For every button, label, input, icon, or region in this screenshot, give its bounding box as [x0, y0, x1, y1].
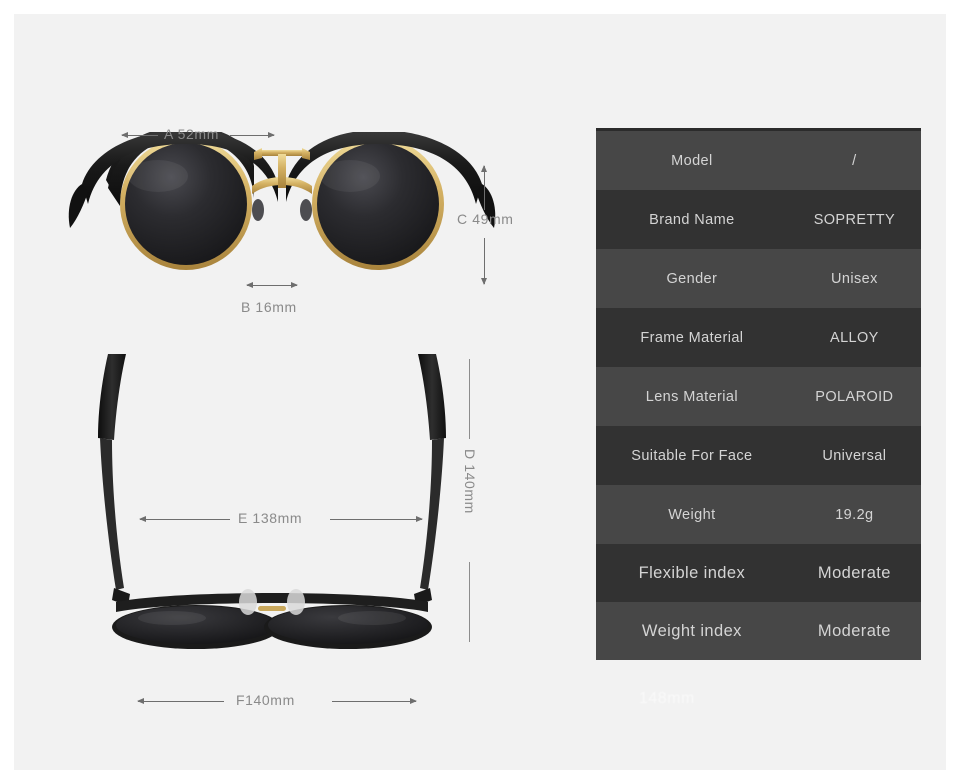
dimension-label-d: D 140mm	[462, 449, 478, 514]
table-row: Gender Unisex	[596, 249, 921, 308]
dimension-label-c: C 49mm	[457, 211, 514, 227]
table-row: Brand Name SOPRETTY	[596, 190, 921, 249]
dimension-arrow-f-right	[332, 698, 417, 704]
dimension-arrow-a-left	[121, 132, 158, 138]
spec-key: Flexible index	[638, 563, 746, 582]
spec-value: 19.2g	[835, 506, 874, 523]
spec-key: Suitable For Face	[631, 447, 753, 464]
dimension-arrow-c-top	[481, 165, 487, 210]
dimension-arrow-b	[246, 282, 298, 288]
dimension-line-d-bottom	[469, 562, 470, 642]
spec-value: /	[852, 152, 857, 169]
dimension-label-e: E 138mm	[238, 510, 303, 526]
dimension-line-d-top	[469, 359, 470, 439]
spec-key: Weight	[668, 506, 716, 523]
table-row: Flexible index Moderate	[596, 544, 921, 602]
sunglasses-top-view	[98, 354, 446, 649]
table-row: Weight 19.2g	[596, 485, 921, 544]
dimension-arrow-c-bottom	[481, 238, 487, 285]
spec-key: Model	[671, 152, 713, 169]
spec-value: POLAROID	[815, 388, 894, 405]
spec-key: Lens Material	[645, 388, 738, 405]
spec-value: SOPRETTY	[813, 211, 896, 228]
spec-value: ALLOY	[830, 329, 879, 346]
table-row: Lens Material POLAROID	[596, 367, 921, 426]
dimension-arrow-e-left	[139, 516, 230, 522]
product-detail-panel: A 52mm B 16mm C 49mm D 140mm E 138mm F14…	[14, 14, 946, 770]
spec-key: Frame Material	[640, 329, 744, 346]
dimension-arrow-a-right	[230, 132, 275, 138]
dimension-label-b: B 16mm	[241, 299, 297, 315]
table-row: Suitable For Face Universal	[596, 426, 921, 485]
table-row: Frame Material ALLOY	[596, 308, 921, 367]
dimension-label-a: A 52mm	[164, 126, 219, 142]
spec-value: Moderate	[817, 563, 891, 582]
table-row: Model /	[596, 131, 921, 190]
dimension-arrow-e-right	[330, 516, 423, 522]
spec-key: Weight index	[641, 621, 742, 640]
dimension-label-f: F140mm	[236, 692, 295, 708]
watermark-text: 148mm	[639, 690, 695, 707]
sunglasses-illustration-area: A 52mm B 16mm C 49mm D 140mm E 138mm F14…	[14, 14, 574, 770]
spec-value: Unisex	[831, 270, 878, 287]
table-row: Weight index Moderate	[596, 602, 921, 660]
dimension-arrow-f-left	[137, 698, 224, 704]
spec-value: Moderate	[817, 621, 891, 640]
specification-table: Model / Brand Name SOPRETTY Gender Unise…	[596, 128, 921, 660]
spec-value: Universal	[822, 447, 887, 464]
spec-key: Brand Name	[649, 211, 735, 228]
spec-key: Gender	[666, 270, 718, 287]
